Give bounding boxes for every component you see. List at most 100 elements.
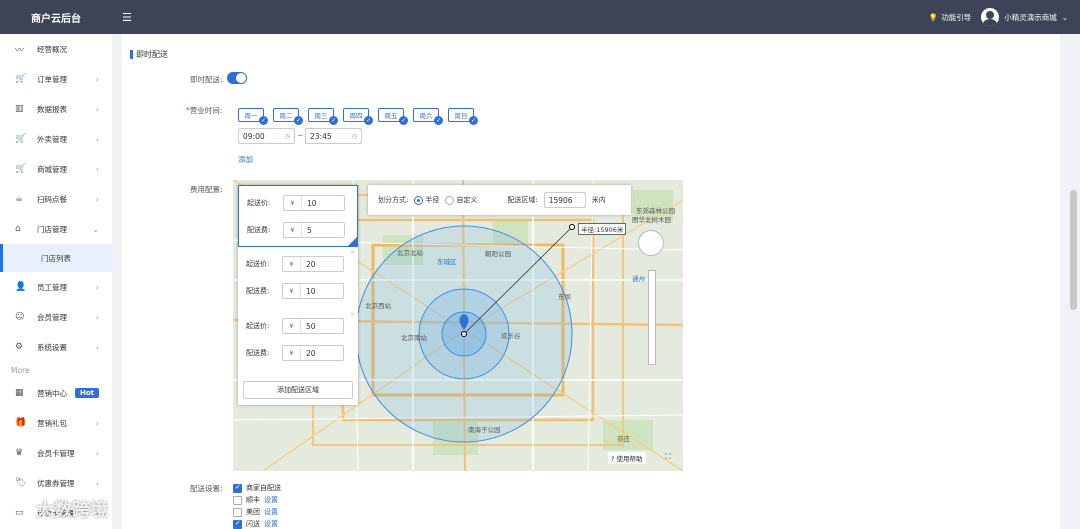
- sidebar-subitem-store-list[interactable]: 门店列表: [0, 244, 112, 272]
- delivery-option-name: 顺丰: [246, 496, 260, 504]
- page-scrollbar[interactable]: [1070, 190, 1077, 310]
- day-tue[interactable]: 周二 ✓: [273, 108, 303, 125]
- checkbox[interactable]: [233, 507, 242, 517]
- fee-zone-2[interactable]: × 起送价: ¥20 配送费: ¥10: [238, 247, 358, 309]
- custom-option-label: 自定义: [456, 196, 478, 204]
- sidebar-item-marketing[interactable]: ▦ 营销中心 Hot: [0, 378, 112, 408]
- start-time-value: 09:00: [243, 131, 265, 141]
- delivery-option-shansong[interactable]: 闪送 设置: [233, 519, 278, 529]
- app-title: 商户云后台: [31, 13, 81, 25]
- day-sun[interactable]: 周日 ✓: [448, 108, 478, 125]
- sidebar-item-gift-pack[interactable]: 🎁 营销礼包 ›: [0, 408, 112, 438]
- delivery-fee-label: 配送费:: [246, 287, 270, 295]
- sidebar-item-stores[interactable]: ⌂ 门店管理 ⌄: [0, 214, 112, 244]
- day-wed[interactable]: 周三 ✓: [308, 108, 338, 125]
- guide-button[interactable]: 💡 功能引导: [929, 12, 971, 23]
- delivery-fee-label: 配送费:: [247, 226, 271, 234]
- checkbox[interactable]: [233, 483, 242, 493]
- delivery-fee-input[interactable]: ¥10: [282, 283, 344, 299]
- sidebar-item-orders[interactable]: 🛒 订单管理 ›: [0, 64, 112, 94]
- fee-zone-panel: 起送价: ¥10 配送费: ¥5 × 起送价: ¥20 配送费: ¥10 × 起…: [238, 185, 358, 405]
- day-sat[interactable]: 周六 ✓: [413, 108, 443, 125]
- selected-corner-icon: [348, 237, 357, 246]
- fee-zone-3[interactable]: × 起送价: ¥50 配送费: ¥20: [238, 309, 358, 371]
- crown-icon: ♛: [15, 448, 24, 458]
- close-icon[interactable]: ×: [350, 249, 355, 256]
- day-thu[interactable]: 周四 ✓: [343, 108, 373, 125]
- checkbox[interactable]: [233, 495, 242, 505]
- map-help[interactable]: ? 使用帮助: [608, 452, 646, 464]
- day-label: 周二: [279, 112, 293, 120]
- add-zone-button[interactable]: 添加配送区域: [243, 381, 353, 399]
- sidebar-item-staff[interactable]: 👤 员工管理 ›: [0, 272, 112, 302]
- instant-delivery-label: 即时配送:: [190, 75, 223, 84]
- cart-icon: 🛒: [15, 164, 27, 174]
- checkbox[interactable]: [233, 519, 242, 529]
- chevron-right-icon: ›: [95, 312, 99, 322]
- delivery-option-meituan[interactable]: 美团 设置: [233, 507, 278, 517]
- sidebar-item-scan-order[interactable]: ☕ 扫码点餐 ›: [0, 184, 112, 214]
- delivery-option-self[interactable]: 商家自配送: [233, 483, 281, 493]
- instant-delivery-toggle[interactable]: [227, 72, 247, 84]
- custom-radio[interactable]: [445, 195, 455, 205]
- fee-zone-1[interactable]: 起送价: ¥10 配送费: ¥5: [238, 185, 358, 247]
- chevron-down-icon: ⌄: [92, 224, 99, 234]
- add-hours-link[interactable]: 添加: [238, 154, 253, 165]
- map-zoom-slider[interactable]: [648, 270, 656, 365]
- delivery-fee-value: 5: [307, 225, 312, 235]
- avatar: [981, 8, 1000, 26]
- sidebar-item-mall[interactable]: 🛒 商城管理 ›: [0, 154, 112, 184]
- end-time-input[interactable]: 23:45 ◷: [305, 128, 362, 144]
- section-title: 即时配送: [130, 49, 168, 60]
- chevron-right-icon: ›: [95, 134, 99, 144]
- clock-icon: ◷: [284, 132, 290, 140]
- sidebar-item-members[interactable]: ☺ 会员管理 ›: [0, 302, 112, 332]
- sidebar-item-member-card[interactable]: ♛ 会员卡管理 ›: [0, 438, 112, 468]
- gear-icon: ⚙: [15, 342, 24, 352]
- chevron-right-icon: ›: [95, 164, 99, 174]
- sidebar-item-label: 营销礼包: [37, 418, 67, 428]
- currency-symbol: ¥: [284, 196, 302, 210]
- delivery-map[interactable]: 北京北站 东城区 朝阳公园 北京西站 北京南站 欢乐谷 东坝 通州 南海子公园 …: [233, 180, 683, 471]
- min-order-input[interactable]: ¥10: [283, 195, 345, 211]
- day-fri[interactable]: 周五 ✓: [378, 108, 408, 125]
- check-icon: ✓: [329, 116, 338, 125]
- main-content: 即时配送 即时配送: *营业时间: 周一 ✓ 周二 ✓ 周三 ✓ 周四 ✓ 周五 ✓ 周六…: [122, 34, 1060, 529]
- grid-icon: ▦: [15, 388, 24, 398]
- fullscreen-icon[interactable]: ⛶: [665, 452, 671, 462]
- map-label: 图华北树木园: [632, 216, 671, 224]
- trend-icon: 〰: [15, 45, 25, 56]
- day-mon[interactable]: 周一 ✓: [238, 108, 268, 125]
- check-icon: ✓: [434, 116, 443, 125]
- map-label: 通州: [632, 275, 645, 283]
- close-icon[interactable]: ×: [350, 311, 355, 318]
- area-distance-input[interactable]: 15906: [543, 192, 586, 208]
- check-icon: ✓: [364, 116, 373, 125]
- min-order-input[interactable]: ¥50: [282, 318, 344, 334]
- min-order-input[interactable]: ¥20: [282, 256, 344, 272]
- bar-chart-icon: ▥: [15, 104, 24, 114]
- radius-radio[interactable]: [414, 195, 424, 205]
- chevron-right-icon: ›: [95, 342, 99, 352]
- menu-toggle-icon[interactable]: ☰: [122, 11, 132, 24]
- check-icon: ✓: [259, 116, 268, 125]
- user-menu[interactable]: 小精灵演示商城 ⌄: [981, 8, 1068, 26]
- delivery-fee-input[interactable]: ¥5: [283, 222, 345, 238]
- setting-link[interactable]: 设置: [264, 507, 278, 517]
- sidebar-item-takeout[interactable]: 🛒 外卖管理 ›: [0, 124, 112, 154]
- sidebar-item-reports[interactable]: ▥ 数据报表 ›: [0, 94, 112, 124]
- setting-link[interactable]: 设置: [264, 519, 278, 529]
- map-label: 南海子公园: [468, 426, 501, 434]
- sidebar-item-overview[interactable]: 〰 经营概况: [0, 34, 112, 64]
- delivery-fee-input[interactable]: ¥20: [282, 345, 344, 361]
- map-pan-control[interactable]: [638, 230, 664, 256]
- setting-link[interactable]: 设置: [264, 495, 278, 505]
- delivery-option-sf[interactable]: 顺丰 设置: [233, 495, 278, 505]
- sidebar-more-heading: More: [11, 365, 30, 375]
- sidebar-item-settings[interactable]: ⚙ 系统设置 ›: [0, 332, 112, 362]
- start-time-input[interactable]: 09:00 ◷: [238, 128, 295, 144]
- sidebar-item-coupons[interactable]: 🏷 优惠券管理 ›: [0, 468, 112, 498]
- gift-icon: 🎁: [15, 418, 27, 428]
- divide-mode-label: 划分方式:: [378, 196, 409, 204]
- min-order-label: 起送价:: [246, 322, 270, 330]
